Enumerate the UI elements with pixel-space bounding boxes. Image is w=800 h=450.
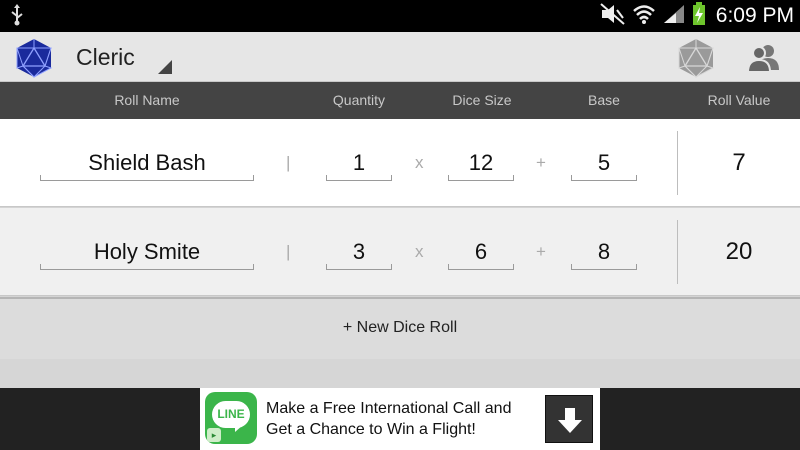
- mute-icon: [600, 2, 626, 30]
- times-sign: x: [415, 153, 424, 172]
- ad-line-1: Make a Free International Call and: [266, 400, 512, 417]
- line-logo-icon[interactable]: LINE ▸: [205, 392, 257, 444]
- times-sign: x: [415, 242, 424, 261]
- wifi-icon: [632, 3, 656, 30]
- roll-name-field[interactable]: Holy Smite: [40, 234, 254, 270]
- dice-roll-icon[interactable]: [676, 38, 716, 78]
- base-field[interactable]: 8: [571, 234, 637, 270]
- ad-banner[interactable]: LINE ▸ Make a Free International Call an…: [200, 388, 600, 450]
- clock: 6:09 PM: [715, 4, 794, 27]
- play-badge-icon: ▸: [207, 428, 221, 442]
- quantity-field[interactable]: 1: [326, 145, 392, 181]
- plus-sign: +: [536, 153, 546, 172]
- column-quantity: Quantity: [332, 92, 386, 108]
- character-spinner[interactable]: Cleric: [66, 32, 176, 82]
- column-roll-name: Roll Name: [114, 92, 180, 108]
- status-bar: 6:09 PM: [0, 0, 800, 32]
- screen: 6:09 PM Cleric Roll Name Quantity Dice S…: [0, 0, 800, 450]
- new-dice-roll-button[interactable]: + New Dice Roll: [0, 297, 800, 359]
- spinner-arrow-icon: [158, 60, 172, 74]
- base-field[interactable]: 5: [571, 145, 637, 181]
- column-dice-size: Dice Size: [452, 92, 512, 108]
- bubble-tail: [235, 425, 243, 432]
- separator: |: [286, 242, 291, 261]
- character-name: Cleric: [76, 44, 135, 70]
- empty-area: [0, 359, 800, 388]
- value-divider: [677, 131, 678, 195]
- ad-line-2: Get a Chance to Win a Flight!: [266, 421, 476, 438]
- roll-value-button[interactable]: 7: [694, 149, 784, 177]
- roll-name-field[interactable]: Shield Bash: [40, 145, 254, 181]
- value-divider: [677, 220, 678, 284]
- column-base: Base: [588, 92, 620, 108]
- action-bar: Cleric: [0, 32, 800, 82]
- dice-size-field[interactable]: 6: [448, 234, 514, 270]
- app-d20-icon[interactable]: [14, 38, 54, 78]
- quantity-field[interactable]: 3: [326, 234, 392, 270]
- party-icon[interactable]: [746, 40, 782, 76]
- ad-text[interactable]: Make a Free International Call and Get a…: [266, 398, 536, 440]
- line-logo-text: LINE: [212, 401, 250, 428]
- usb-icon: [10, 4, 24, 32]
- battery-charging-icon: [692, 1, 706, 31]
- download-arrow-icon[interactable]: [545, 395, 593, 443]
- separator: |: [286, 153, 291, 172]
- roll-value-button[interactable]: 20: [694, 238, 784, 266]
- roll-row: Shield Bash | 1 x 12 + 5 7: [0, 119, 800, 207]
- column-header: Roll Name Quantity Dice Size Base Roll V…: [0, 82, 800, 119]
- signal-icon: [662, 3, 686, 30]
- column-roll-value: Roll Value: [707, 92, 771, 108]
- dice-size-field[interactable]: 12: [448, 145, 514, 181]
- roll-row: Holy Smite | 3 x 6 + 8 20: [0, 208, 800, 296]
- plus-sign: +: [536, 242, 546, 261]
